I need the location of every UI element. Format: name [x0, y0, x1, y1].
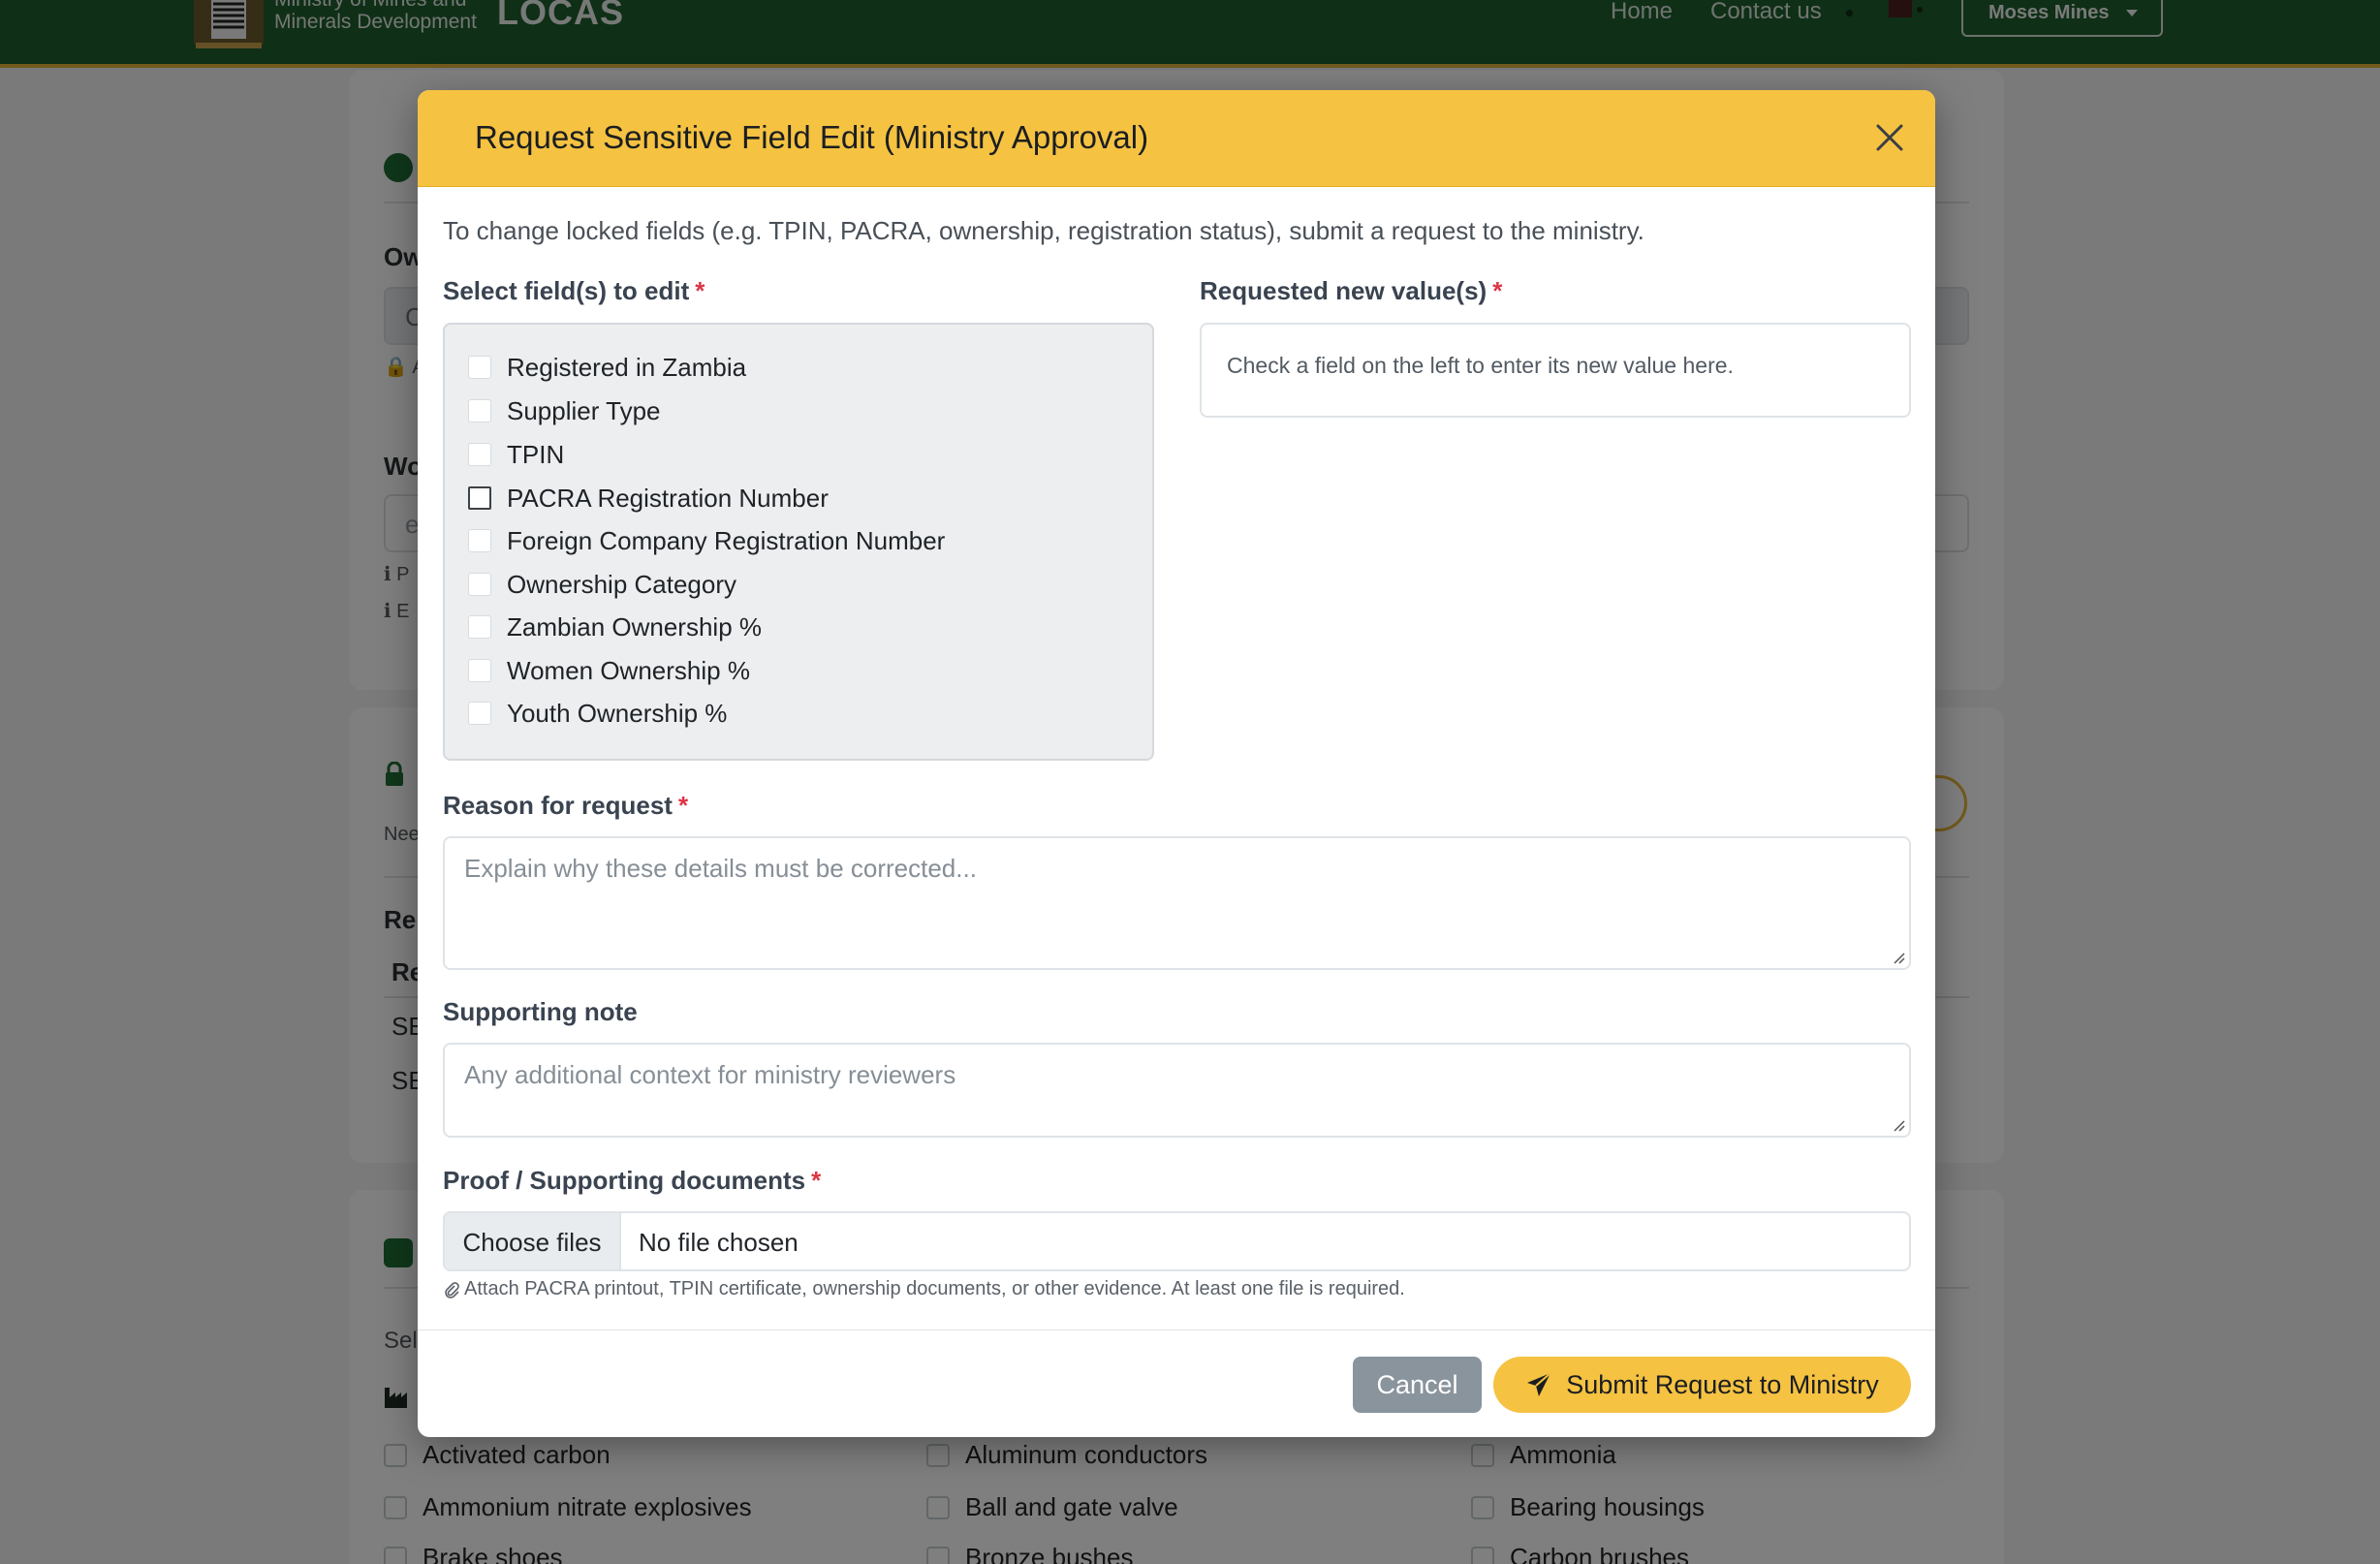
modal-footer-divider — [418, 1329, 1935, 1330]
required-mark: * — [811, 1166, 822, 1195]
checkbox-women-ownership[interactable]: Women Ownership % — [468, 654, 750, 687]
resize-handle-icon[interactable] — [1892, 1118, 1905, 1132]
file-status: No file chosen — [639, 1228, 799, 1257]
paper-plane-icon — [1527, 1372, 1551, 1396]
close-button[interactable] — [1865, 113, 1914, 162]
resize-handle-icon[interactable] — [1892, 951, 1905, 964]
checkbox-ownership-category[interactable]: Ownership Category — [468, 568, 736, 601]
checkbox-tpin[interactable]: TPIN — [468, 438, 564, 471]
file-input[interactable]: Choose files No file chosen — [443, 1211, 1911, 1271]
supporting-note-textarea[interactable]: Any additional context for ministry revi… — [443, 1043, 1911, 1138]
note-label: Supporting note — [443, 997, 638, 1026]
reason-textarea[interactable]: Explain why these details must be correc… — [443, 836, 1911, 970]
field-checklist: Registered in Zambia Supplier Type TPIN … — [443, 323, 1154, 761]
checkbox-youth-ownership[interactable]: Youth Ownership % — [468, 697, 727, 730]
checkbox-supplier-type[interactable]: Supplier Type — [468, 394, 661, 427]
checkbox-zambian-ownership[interactable]: Zambian Ownership % — [468, 610, 762, 643]
checkbox-foreign-company-registration-number[interactable]: Foreign Company Registration Number — [468, 524, 945, 557]
proof-label: Proof / Supporting documents * — [443, 1166, 822, 1195]
required-mark: * — [695, 276, 705, 305]
paperclip-icon — [445, 1281, 459, 1298]
choose-files-button[interactable]: Choose files — [445, 1213, 621, 1269]
checkbox-pacra-registration-number[interactable]: PACRA Registration Number — [468, 482, 829, 515]
checkbox-registered-in-zambia[interactable]: Registered in Zambia — [468, 351, 746, 384]
required-mark: * — [1492, 276, 1503, 305]
modal-intro-text: To change locked fields (e.g. TPIN, PACR… — [443, 216, 1644, 245]
sensitive-edit-modal: Request Sensitive Field Edit (Ministry A… — [418, 90, 1935, 1437]
values-hint: Check a field on the left to enter its n… — [1227, 353, 1734, 378]
modal-title: Request Sensitive Field Edit (Ministry A… — [475, 119, 1149, 155]
close-icon — [1876, 124, 1903, 151]
modal-header: Request Sensitive Field Edit (Ministry A… — [418, 90, 1935, 187]
required-mark: * — [677, 791, 689, 820]
fields-label: Select field(s) to edit * — [443, 276, 705, 305]
values-label: Requested new value(s) * — [1200, 276, 1503, 305]
requested-values-panel: Check a field on the left to enter its n… — [1200, 323, 1911, 418]
reason-label: Reason for request * — [443, 791, 689, 820]
submit-request-button[interactable]: Submit Request to Ministry — [1493, 1357, 1911, 1413]
file-help-text: Attach PACRA printout, TPIN certificate,… — [443, 1278, 1405, 1300]
cancel-button[interactable]: Cancel — [1353, 1357, 1482, 1413]
